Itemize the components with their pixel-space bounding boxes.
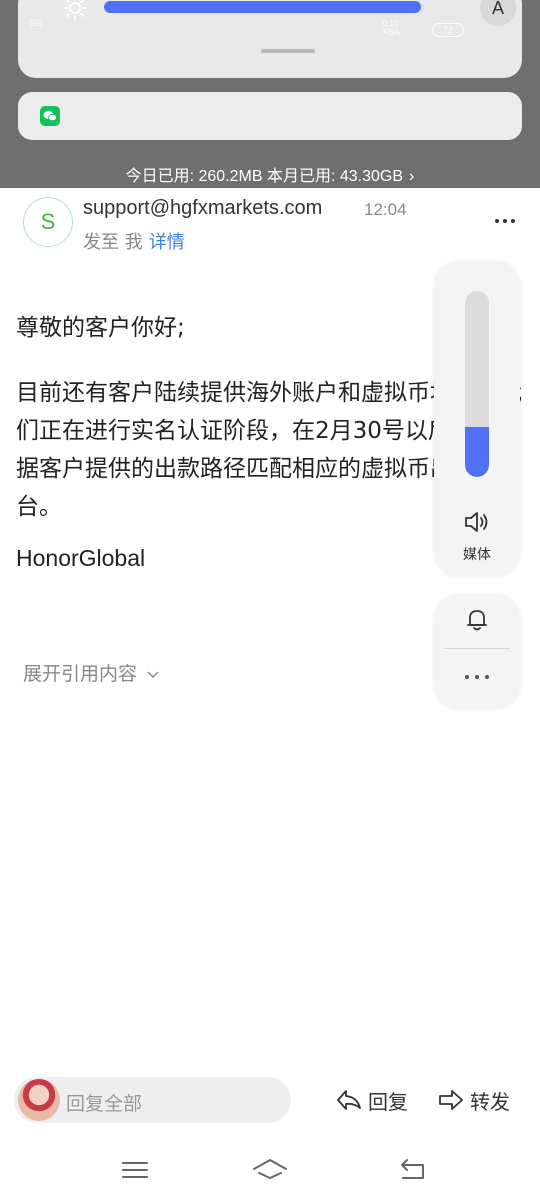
speaker-icon[interactable] xyxy=(462,509,492,535)
expand-quote-button[interactable]: 展开引用内容 xyxy=(23,659,159,686)
more-volume-options-icon[interactable] xyxy=(434,664,520,685)
details-link[interactable]: 详情 xyxy=(149,232,185,253)
forward-button[interactable]: 转发 xyxy=(438,1084,510,1116)
battery-indicator: 72 xyxy=(432,23,464,37)
notification-shade: A 5G 0.10 KB/s 72 今日已用: 260.2MB 本月已用: 43… xyxy=(0,0,540,188)
forward-icon xyxy=(439,1090,463,1110)
network-speed: 0.10 KB/s xyxy=(383,19,400,37)
system-nav-bar xyxy=(0,1140,540,1200)
volume-panel: 媒体 xyxy=(434,261,520,575)
recipient-line: 发至 我详情 xyxy=(83,228,185,254)
ringer-divider xyxy=(444,648,510,649)
signal-indicator: 5G xyxy=(30,18,43,28)
shade-drag-handle[interactable] xyxy=(261,49,315,53)
network-speed-unit: KB/s xyxy=(383,28,400,37)
reply-label: 回复 xyxy=(368,1089,408,1114)
volume-label: 媒体 xyxy=(463,547,491,563)
recipient-text: 发至 我 xyxy=(83,232,143,253)
network-speed-value: 0.10 xyxy=(383,19,399,28)
sender-avatar[interactable]: S xyxy=(23,197,73,247)
forward-label: 转发 xyxy=(470,1089,510,1114)
more-options-icon[interactable] xyxy=(490,208,520,234)
wechat-icon xyxy=(40,106,60,126)
brightness-slider[interactable] xyxy=(104,1,424,13)
home-icon[interactable] xyxy=(251,1156,289,1182)
reply-all-input[interactable]: 回复全部 xyxy=(14,1077,291,1123)
bell-icon[interactable] xyxy=(462,604,492,634)
back-icon[interactable] xyxy=(397,1156,427,1182)
chevron-right-icon: › xyxy=(409,168,415,185)
auto-brightness-button[interactable]: A xyxy=(480,0,516,26)
volume-slider[interactable] xyxy=(465,291,489,477)
sender-address[interactable]: support@hgfxmarkets.com xyxy=(83,197,322,220)
expand-quote-label: 展开引用内容 xyxy=(23,663,138,685)
quick-settings-panel: A xyxy=(18,0,522,78)
data-usage-text[interactable]: 今日已用: 260.2MB 本月已用: 43.30GB › xyxy=(0,162,540,186)
brightness-slider-fill xyxy=(104,1,421,13)
notification-card[interactable] xyxy=(18,92,522,140)
reply-icon xyxy=(337,1090,361,1110)
ringer-panel xyxy=(434,594,520,708)
chevron-down-icon xyxy=(147,670,159,678)
email-time: 12:04 xyxy=(364,200,407,219)
data-usage-label: 今日已用: 260.2MB 本月已用: 43.30GB xyxy=(125,168,404,185)
volume-slider-fill xyxy=(465,426,489,477)
user-avatar xyxy=(18,1079,60,1121)
sun-icon xyxy=(63,0,87,20)
reply-all-placeholder: 回复全部 xyxy=(66,1093,143,1115)
email-greeting: 尊敬的客户你好; xyxy=(16,315,185,341)
email-signature: HonorGlobal xyxy=(16,545,146,571)
reply-button[interactable]: 回复 xyxy=(336,1084,408,1116)
menu-icon[interactable] xyxy=(121,1158,149,1182)
